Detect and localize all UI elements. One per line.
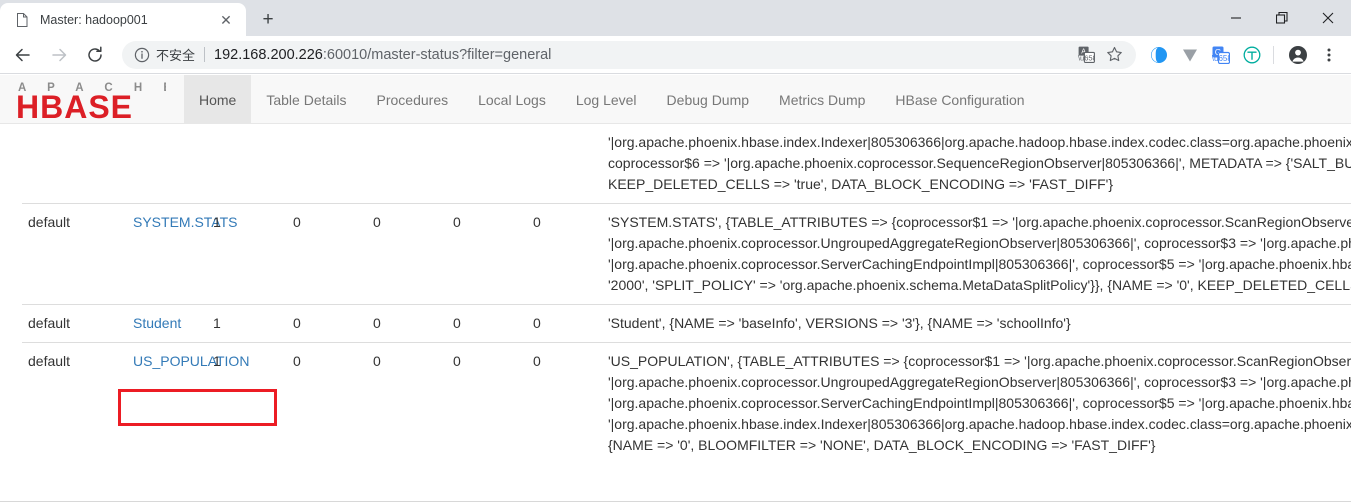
cell-failed-regions: 0: [367, 343, 447, 465]
table-row: default Student 1 0 0 0 0 'Student', {NA…: [22, 305, 1351, 343]
cell-failed-regions: 0: [367, 204, 447, 305]
cell-other-regions: 0: [527, 204, 602, 305]
minimize-icon[interactable]: [1213, 0, 1259, 36]
cell-table-name: Student: [127, 305, 207, 343]
cell-description: 'US_POPULATION', {TABLE_ATTRIBUTES => {c…: [602, 343, 1351, 465]
cell-offline-regions: 0: [287, 204, 367, 305]
cell-other-regions: [527, 124, 602, 204]
url-path: :60010/master-status?filter=general: [323, 47, 552, 63]
table-description: '|org.apache.phoenix.hbase.index.Indexer…: [608, 132, 1351, 195]
browser-window: Master: hadoop001 ✕ +: [0, 0, 1351, 502]
google-translate-extension-icon[interactable]: G \u6587: [1207, 41, 1235, 69]
cell-online-regions: [207, 124, 287, 204]
table-body: '|org.apache.phoenix.hbase.index.Indexer…: [22, 124, 1351, 464]
cell-table-name: US_POPULATION: [127, 343, 207, 465]
address-bar[interactable]: 不安全 192.168.200.226:60010/master-status?…: [122, 41, 1136, 69]
site-navbar: A P A C H E HBASE Home Table Details Pro…: [0, 75, 1351, 124]
cell-namespace: [22, 124, 127, 204]
cell-online-regions: 1: [207, 204, 287, 305]
nav-item-table-details[interactable]: Table Details: [251, 75, 361, 124]
nav-item-debug-dump[interactable]: Debug Dump: [652, 75, 765, 124]
cell-namespace: default: [22, 305, 127, 343]
browser-tab[interactable]: Master: hadoop001 ✕: [0, 3, 246, 36]
cell-failed-regions: [367, 124, 447, 204]
cell-other-regions: 0: [527, 343, 602, 465]
vimium-extension-icon[interactable]: [1176, 41, 1204, 69]
cell-other-regions: 0: [527, 305, 602, 343]
maximize-restore-icon[interactable]: [1259, 0, 1305, 36]
cell-split-regions: 0: [447, 204, 527, 305]
info-circle-icon[interactable]: [134, 47, 150, 63]
cell-description: '|org.apache.phoenix.hbase.index.Indexer…: [602, 124, 1351, 204]
browser-extension-icon[interactable]: [1145, 41, 1173, 69]
reload-icon[interactable]: [80, 40, 110, 70]
url-text: 192.168.200.226:60010/master-status?filt…: [214, 47, 1070, 63]
table-description: 'Student', {NAME => 'baseInfo', VERSIONS…: [608, 313, 1351, 334]
nav-item-hbase-configuration[interactable]: HBase Configuration: [880, 75, 1039, 124]
table-name-link[interactable]: US_POPULATION: [133, 353, 249, 369]
nav-links: Home Table Details Procedures Local Logs…: [184, 75, 1040, 123]
nav-item-metrics-dump[interactable]: Metrics Dump: [764, 75, 880, 124]
close-window-icon[interactable]: [1305, 0, 1351, 36]
svg-text:\u6587: \u6587: [1078, 53, 1095, 62]
page-content: '|org.apache.phoenix.hbase.index.Indexer…: [0, 124, 1351, 502]
star-icon[interactable]: [1102, 43, 1126, 67]
divider: [204, 47, 205, 62]
nav-item-log-level[interactable]: Log Level: [561, 75, 652, 124]
url-host: 192.168.200.226: [214, 47, 323, 63]
cell-split-regions: 0: [447, 305, 527, 343]
tampermonkey-extension-icon[interactable]: [1238, 41, 1266, 69]
cell-offline-regions: 0: [287, 343, 367, 465]
svg-text:\u6587: \u6587: [1212, 54, 1230, 63]
browser-toolbar: 不安全 192.168.200.226:60010/master-status?…: [0, 36, 1351, 74]
cell-offline-regions: [287, 124, 367, 204]
cell-split-regions: [447, 124, 527, 204]
table-row: '|org.apache.phoenix.hbase.index.Indexer…: [22, 124, 1351, 204]
cell-failed-regions: 0: [367, 305, 447, 343]
user-tables-table: '|org.apache.phoenix.hbase.index.Indexer…: [22, 124, 1351, 464]
cell-description: 'Student', {NAME => 'baseInfo', VERSIONS…: [602, 305, 1351, 343]
new-tab-button[interactable]: +: [254, 5, 282, 33]
window-controls: [1213, 0, 1351, 36]
nav-item-home[interactable]: Home: [184, 75, 251, 124]
three-dot-menu-icon[interactable]: [1315, 41, 1343, 69]
cell-split-regions: 0: [447, 343, 527, 465]
cell-table-name: SYSTEM.STATS: [127, 204, 207, 305]
nav-item-local-logs[interactable]: Local Logs: [463, 75, 561, 124]
apache-hbase-logo-graphic: A P A C H E HBASE: [14, 78, 166, 122]
close-icon[interactable]: ✕: [216, 10, 236, 30]
cell-namespace: default: [22, 204, 127, 305]
forward-icon[interactable]: [44, 40, 74, 70]
table-row: default SYSTEM.STATS 1 0 0 0 0 'SYSTEM.S…: [22, 204, 1351, 305]
page-viewport: A P A C H E HBASE Home Table Details Pro…: [0, 75, 1351, 502]
cell-table-name: [127, 124, 207, 204]
divider: [1273, 46, 1274, 64]
translate-icon[interactable]: A \u6587: [1074, 43, 1098, 67]
tab-title: Master: hadoop001: [40, 13, 216, 27]
nav-item-procedures[interactable]: Procedures: [362, 75, 464, 124]
table-name-link[interactable]: SYSTEM.STATS: [133, 214, 238, 230]
cell-description: 'SYSTEM.STATS', {TABLE_ATTRIBUTES => {co…: [602, 204, 1351, 305]
profile-avatar-icon[interactable]: [1284, 41, 1312, 69]
svg-text:HBASE: HBASE: [16, 89, 133, 122]
security-status-label: 不安全: [156, 45, 195, 64]
page-icon: [14, 12, 30, 28]
table-row: default US_POPULATION 1 0 0 0 0 'US_POPU…: [22, 343, 1351, 465]
table-description: 'US_POPULATION', {TABLE_ATTRIBUTES => {c…: [608, 351, 1351, 456]
cell-namespace: default: [22, 343, 127, 465]
tab-strip: Master: hadoop001 ✕ +: [0, 0, 1351, 36]
extension-toolbar: G \u6587: [1142, 41, 1343, 69]
table-name-link[interactable]: Student: [133, 315, 181, 331]
back-icon[interactable]: [8, 40, 38, 70]
cell-offline-regions: 0: [287, 305, 367, 343]
hbase-logo[interactable]: A P A C H E HBASE: [0, 75, 184, 124]
cell-online-regions: 1: [207, 305, 287, 343]
table-description: 'SYSTEM.STATS', {TABLE_ATTRIBUTES => {co…: [608, 212, 1351, 296]
